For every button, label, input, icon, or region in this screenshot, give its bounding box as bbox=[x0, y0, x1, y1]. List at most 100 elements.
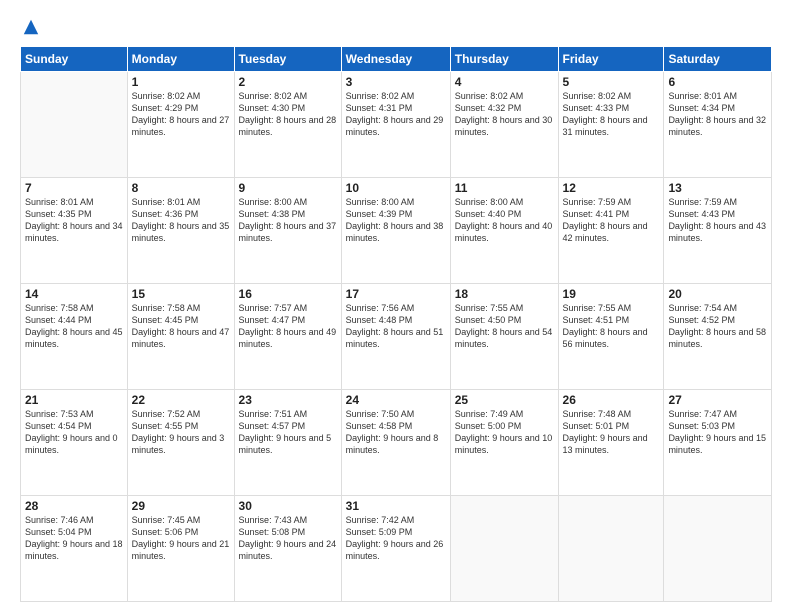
calendar-cell: 17Sunrise: 7:56 AMSunset: 4:48 PMDayligh… bbox=[341, 284, 450, 390]
calendar-cell: 12Sunrise: 7:59 AMSunset: 4:41 PMDayligh… bbox=[558, 178, 664, 284]
calendar-cell: 14Sunrise: 7:58 AMSunset: 4:44 PMDayligh… bbox=[21, 284, 128, 390]
daylight-text: Daylight: 8 hours and 27 minutes. bbox=[132, 115, 230, 137]
sunset-text: Sunset: 4:54 PM bbox=[25, 421, 92, 431]
day-info: Sunrise: 7:50 AMSunset: 4:58 PMDaylight:… bbox=[346, 408, 446, 457]
calendar-cell: 3Sunrise: 8:02 AMSunset: 4:31 PMDaylight… bbox=[341, 72, 450, 178]
week-row-4: 21Sunrise: 7:53 AMSunset: 4:54 PMDayligh… bbox=[21, 390, 772, 496]
sunset-text: Sunset: 4:35 PM bbox=[25, 209, 92, 219]
sunset-text: Sunset: 4:43 PM bbox=[668, 209, 735, 219]
daylight-text: Daylight: 9 hours and 13 minutes. bbox=[563, 433, 648, 455]
day-number: 15 bbox=[132, 287, 230, 301]
logo-icon bbox=[22, 18, 40, 36]
sunrise-text: Sunrise: 7:55 AM bbox=[455, 303, 524, 313]
day-number: 17 bbox=[346, 287, 446, 301]
sunset-text: Sunset: 4:58 PM bbox=[346, 421, 413, 431]
sunrise-text: Sunrise: 7:56 AM bbox=[346, 303, 415, 313]
sunrise-text: Sunrise: 7:50 AM bbox=[346, 409, 415, 419]
day-number: 24 bbox=[346, 393, 446, 407]
day-info: Sunrise: 8:02 AMSunset: 4:29 PMDaylight:… bbox=[132, 90, 230, 139]
calendar-cell bbox=[21, 72, 128, 178]
day-number: 2 bbox=[239, 75, 337, 89]
sunrise-text: Sunrise: 8:02 AM bbox=[132, 91, 201, 101]
weekday-header-wednesday: Wednesday bbox=[341, 47, 450, 72]
sunrise-text: Sunrise: 7:59 AM bbox=[668, 197, 737, 207]
daylight-text: Daylight: 9 hours and 3 minutes. bbox=[132, 433, 225, 455]
daylight-text: Daylight: 8 hours and 49 minutes. bbox=[239, 327, 337, 349]
sunset-text: Sunset: 4:45 PM bbox=[132, 315, 199, 325]
calendar-cell: 29Sunrise: 7:45 AMSunset: 5:06 PMDayligh… bbox=[127, 496, 234, 602]
day-info: Sunrise: 7:53 AMSunset: 4:54 PMDaylight:… bbox=[25, 408, 123, 457]
day-info: Sunrise: 7:58 AM Sunset: 4:45 PM Daylight:… bbox=[132, 302, 230, 351]
day-number: 23 bbox=[239, 393, 337, 407]
day-number: 3 bbox=[346, 75, 446, 89]
daylight-text: Daylight: 9 hours and 26 minutes. bbox=[346, 539, 444, 561]
weekday-header-thursday: Thursday bbox=[450, 47, 558, 72]
day-info: Sunrise: 7:59 AMSunset: 4:41 PMDaylight:… bbox=[563, 196, 660, 245]
sunrise-text: Sunrise: 7:59 AM bbox=[563, 197, 632, 207]
sunset-text: Sunset: 4:33 PM bbox=[563, 103, 630, 113]
weekday-header-monday: Monday bbox=[127, 47, 234, 72]
sunrise-text: Sunrise: 7:54 AM bbox=[668, 303, 737, 313]
day-number: 1 bbox=[132, 75, 230, 89]
weekday-header-friday: Friday bbox=[558, 47, 664, 72]
sunset-text: Sunset: 4:57 PM bbox=[239, 421, 306, 431]
sunset-text: Sunset: 4:40 PM bbox=[455, 209, 522, 219]
sunset-text: Sunset: 4:41 PM bbox=[563, 209, 630, 219]
week-row-3: 14Sunrise: 7:58 AMSunset: 4:44 PMDayligh… bbox=[21, 284, 772, 390]
daylight-text: Daylight: 8 hours and 47 minutes. bbox=[132, 327, 230, 349]
calendar-cell: 28Sunrise: 7:46 AMSunset: 5:04 PMDayligh… bbox=[21, 496, 128, 602]
sunrise-text: Sunrise: 7:51 AM bbox=[239, 409, 308, 419]
day-info: Sunrise: 8:02 AMSunset: 4:30 PMDaylight:… bbox=[239, 90, 337, 139]
daylight-text: Daylight: 9 hours and 0 minutes. bbox=[25, 433, 118, 455]
day-info: Sunrise: 8:00 AMSunset: 4:39 PMDaylight:… bbox=[346, 196, 446, 245]
weekday-header-saturday: Saturday bbox=[664, 47, 772, 72]
daylight-text: Daylight: 8 hours and 54 minutes. bbox=[455, 327, 553, 349]
sunset-text: Sunset: 4:55 PM bbox=[132, 421, 199, 431]
sunset-text: Sunset: 4:44 PM bbox=[25, 315, 92, 325]
daylight-text: Daylight: 8 hours and 30 minutes. bbox=[455, 115, 553, 137]
sunrise-text: Sunrise: 8:02 AM bbox=[239, 91, 308, 101]
daylight-text: Daylight: 8 hours and 56 minutes. bbox=[563, 327, 648, 349]
day-info: Sunrise: 7:51 AMSunset: 4:57 PMDaylight:… bbox=[239, 408, 337, 457]
calendar-cell: 6Sunrise: 8:01 AMSunset: 4:34 PMDaylight… bbox=[664, 72, 772, 178]
day-number: 7 bbox=[25, 181, 123, 195]
weekday-header-row: SundayMondayTuesdayWednesdayThursdayFrid… bbox=[21, 47, 772, 72]
sunset-text: Sunset: 4:52 PM bbox=[668, 315, 735, 325]
calendar-cell: 4Sunrise: 8:02 AMSunset: 4:32 PMDaylight… bbox=[450, 72, 558, 178]
calendar-cell bbox=[558, 496, 664, 602]
day-info: Sunrise: 7:45 AMSunset: 5:06 PMDaylight:… bbox=[132, 514, 230, 563]
day-info: Sunrise: 7:55 AMSunset: 4:50 PMDaylight:… bbox=[455, 302, 554, 351]
day-info: Sunrise: 7:56 AMSunset: 4:48 PMDaylight:… bbox=[346, 302, 446, 351]
sunset-text: Sunset: 4:48 PM bbox=[346, 315, 413, 325]
daylight-text: Daylight: 8 hours and 38 minutes. bbox=[346, 221, 444, 243]
sunset-text: Sunset: 4:31 PM bbox=[346, 103, 413, 113]
day-number: 28 bbox=[25, 499, 123, 513]
calendar-cell: 24Sunrise: 7:50 AMSunset: 4:58 PMDayligh… bbox=[341, 390, 450, 496]
day-number: 6 bbox=[668, 75, 767, 89]
sunrise-text: Sunrise: 8:00 AM bbox=[239, 197, 308, 207]
calendar-cell: 5Sunrise: 8:02 AMSunset: 4:33 PMDaylight… bbox=[558, 72, 664, 178]
calendar-cell: 13Sunrise: 7:59 AMSunset: 4:43 PMDayligh… bbox=[664, 178, 772, 284]
day-number: 11 bbox=[455, 181, 554, 195]
calendar-cell: 23Sunrise: 7:51 AMSunset: 4:57 PMDayligh… bbox=[234, 390, 341, 496]
sunset-text: Sunset: 4:34 PM bbox=[668, 103, 735, 113]
day-number: 19 bbox=[563, 287, 660, 301]
calendar-cell: 7Sunrise: 8:01 AMSunset: 4:35 PMDaylight… bbox=[21, 178, 128, 284]
calendar-cell: 21Sunrise: 7:53 AMSunset: 4:54 PMDayligh… bbox=[21, 390, 128, 496]
weekday-header-tuesday: Tuesday bbox=[234, 47, 341, 72]
calendar-cell: 22Sunrise: 7:52 AMSunset: 4:55 PMDayligh… bbox=[127, 390, 234, 496]
daylight-text: Daylight: 8 hours and 32 minutes. bbox=[668, 115, 766, 137]
daylight-text: Daylight: 9 hours and 15 minutes. bbox=[668, 433, 766, 455]
week-row-5: 28Sunrise: 7:46 AMSunset: 5:04 PMDayligh… bbox=[21, 496, 772, 602]
daylight-text: Daylight: 8 hours and 37 minutes. bbox=[239, 221, 337, 243]
day-info: Sunrise: 8:01 AMSunset: 4:34 PMDaylight:… bbox=[668, 90, 767, 139]
sunrise-text: Sunrise: 8:02 AM bbox=[346, 91, 415, 101]
daylight-text: Daylight: 8 hours and 45 minutes. bbox=[25, 327, 123, 349]
sunset-text: Sunset: 5:00 PM bbox=[455, 421, 522, 431]
sunset-text: Sunset: 5:08 PM bbox=[239, 527, 306, 537]
sunset-text: Sunset: 4:39 PM bbox=[346, 209, 413, 219]
day-number: 8 bbox=[132, 181, 230, 195]
day-info: Sunrise: 7:48 AMSunset: 5:01 PMDaylight:… bbox=[563, 408, 660, 457]
sunrise-text: Sunrise: 8:02 AM bbox=[563, 91, 632, 101]
sunrise-text: Sunrise: 7:58 AM bbox=[132, 303, 201, 313]
